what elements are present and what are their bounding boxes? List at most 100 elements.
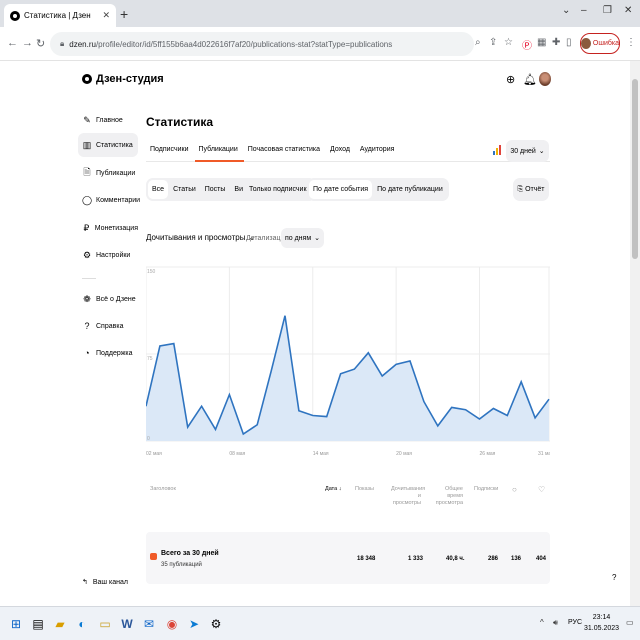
- sidebar-item-comments[interactable]: ◯ Комментарии: [78, 188, 140, 212]
- book-icon: ❁: [83, 293, 91, 304]
- speaker-icon[interactable]: 🔊︎: [553, 618, 558, 628]
- col-impressions[interactable]: Показы: [355, 486, 374, 493]
- filter-by-event-date[interactable]: По дате события: [309, 180, 373, 199]
- likes-column-icon[interactable]: ♡: [538, 486, 545, 494]
- zoom-icon[interactable]: ⌕: [475, 37, 481, 48]
- views-chart: 150 75 0 02 мая 08 мая 14 мая 20 мая 26 мая 31 м…: [146, 266, 550, 457]
- tab-audience[interactable]: Аудитория: [356, 140, 400, 162]
- sidebar-divider: [82, 278, 96, 279]
- total-reads: 1 333: [408, 556, 424, 562]
- task-view-icon[interactable]: ▤: [30, 616, 46, 632]
- col-date[interactable]: Дата ↓: [325, 486, 341, 493]
- address-bar[interactable]: 🔒︎ dzen.ru/profile/editor/id/5ff155b6aa4…: [50, 32, 474, 56]
- url-path: /profile/editor/id/5ff155b6aa4d022616f7a…: [95, 39, 393, 49]
- period-select[interactable]: 30 дней ⌄: [506, 140, 549, 162]
- studio-logo[interactable]: Дзен-студия: [82, 73, 164, 85]
- bookmark-star-icon[interactable]: ☆: [504, 37, 513, 48]
- total-row: Всего за 30 дней 35 публикаций 18 348 1 …: [146, 532, 550, 584]
- close-window-icon[interactable]: ✕: [624, 5, 632, 16]
- sidebar-item-support[interactable]: ◔ Поддержка: [78, 341, 138, 365]
- sidebar-item-help[interactable]: ? Справка: [78, 314, 138, 338]
- page-scrollbar[interactable]: [630, 61, 640, 606]
- page-title: Статистика: [146, 115, 214, 129]
- total-checkbox[interactable]: [150, 553, 157, 560]
- mail-icon[interactable]: ✉: [141, 616, 157, 632]
- sidebar-item-about[interactable]: ❁ Всё о Дзене: [78, 287, 138, 311]
- sidebar-toggle-icon[interactable]: ▯: [566, 37, 572, 48]
- y-tick-label: 150: [147, 269, 156, 275]
- clock-date: 31.05.2023: [584, 625, 620, 632]
- chrome-icon[interactable]: ◉: [164, 616, 180, 632]
- sidebar-item-main[interactable]: ✎ Главное: [78, 108, 138, 132]
- period-value: 30 дней: [510, 147, 536, 155]
- menu-dots-icon[interactable]: ⋮: [626, 37, 636, 48]
- total-view-time: 40,8 ч.: [446, 556, 465, 562]
- sidebar-item-monetization[interactable]: ₽ Монетизация: [78, 216, 139, 240]
- filter-posts[interactable]: Посты: [201, 180, 230, 199]
- sidebar-item-settings[interactable]: ⚙︎ Настройки: [78, 243, 138, 267]
- input-language[interactable]: РУС: [568, 619, 582, 626]
- chevron-down-icon[interactable]: ⌄: [562, 5, 570, 16]
- minimize-icon[interactable]: –: [581, 5, 587, 16]
- word-icon[interactable]: W: [119, 616, 135, 632]
- profile-error-button[interactable]: Ошибка: [580, 33, 620, 54]
- ruble-icon: ₽: [83, 222, 90, 233]
- filter-all[interactable]: Все: [148, 180, 169, 199]
- scrollbar-thumb[interactable]: [632, 79, 638, 259]
- new-tab-icon[interactable]: +: [120, 6, 128, 22]
- share-icon[interactable]: ⇪: [489, 37, 497, 48]
- system-clock[interactable]: 23:14 31.05.2023: [584, 612, 619, 634]
- filter-articles[interactable]: Статьи: [169, 180, 200, 199]
- col-title[interactable]: Заголовок: [150, 486, 176, 493]
- reload-icon[interactable]: ↻: [36, 37, 45, 50]
- file-explorer-icon[interactable]: ▰: [52, 616, 68, 632]
- bars-icon: ▥: [82, 139, 92, 150]
- col-subscriptions[interactable]: Подписки: [474, 486, 498, 493]
- back-icon[interactable]: ←: [7, 37, 18, 49]
- metric-label: Дочитывания и просмотры: [146, 233, 246, 242]
- edge-icon[interactable]: ◐: [74, 616, 90, 632]
- close-tab-icon[interactable]: ✕: [102, 10, 110, 21]
- bell-icon[interactable]: 🔔︎: [523, 73, 537, 86]
- puzzle-icon[interactable]: ✚: [552, 37, 560, 48]
- detail-select[interactable]: по дням ⌄: [281, 228, 324, 248]
- total-impressions: 18 348: [357, 556, 376, 562]
- metric-select[interactable]: Дочитывания и просмотры ⌄: [146, 233, 255, 242]
- browser-tab[interactable]: Статистика | Дзен ✕: [4, 4, 116, 27]
- tab-publications[interactable]: Публикации: [194, 140, 244, 162]
- windows-start-icon[interactable]: ⊞: [8, 616, 24, 632]
- create-plus-icon[interactable]: ⊕: [506, 73, 515, 86]
- sidebar-item-publications[interactable]: 🗎︎ Публикации: [78, 161, 138, 185]
- comments-column-icon[interactable]: ○: [512, 486, 517, 494]
- folder-icon[interactable]: ▭: [97, 616, 113, 632]
- subscribers-only-toggle[interactable]: Только подписчики: [243, 178, 317, 201]
- detail-value: по дням: [284, 234, 312, 242]
- tab-subscribers[interactable]: Подписчики: [146, 140, 195, 162]
- sidebar-item-label: Справка: [96, 322, 124, 330]
- report-button[interactable]: ⎘ Отчёт: [513, 178, 549, 201]
- pinterest-icon[interactable]: Ⓟ: [522, 37, 532, 52]
- notifications-icon[interactable]: ▭: [626, 618, 634, 627]
- y-tick-label: 0: [147, 436, 150, 442]
- sidebar-item-statistics[interactable]: ▥ Статистика: [78, 133, 138, 157]
- tab-hourly[interactable]: Почасовая статистика: [244, 140, 326, 162]
- restore-icon[interactable]: ❐: [603, 5, 612, 16]
- col-reads[interactable]: Дочитывания и просмотры: [391, 486, 425, 507]
- total-likes: 404: [536, 556, 547, 562]
- user-avatar[interactable]: [539, 72, 551, 86]
- extension-icon[interactable]: ▦: [537, 37, 546, 48]
- x-tick-label: 14 мая: [313, 451, 329, 457]
- sidebar-item-label: Поддержка: [96, 349, 133, 357]
- help-question-icon[interactable]: ?: [612, 573, 616, 582]
- filter-by-publication-date[interactable]: По дате публикации: [373, 180, 447, 199]
- col-view-time[interactable]: Общее время просмотра: [431, 486, 463, 507]
- telegram-icon[interactable]: ➤: [186, 616, 202, 632]
- your-channel-link[interactable]: ↰ Ваш канал: [82, 578, 128, 587]
- x-tick-label: 02 мая: [146, 451, 162, 457]
- forward-icon[interactable]: →: [22, 37, 33, 49]
- tray-chevron-icon[interactable]: ^: [540, 618, 544, 627]
- tab-income[interactable]: Доход: [326, 140, 356, 162]
- sidebar-item-label: Монетизация: [94, 224, 138, 232]
- settings-gear-icon[interactable]: ⚙︎: [208, 616, 224, 632]
- total-subtitle: 35 публикаций: [161, 562, 202, 568]
